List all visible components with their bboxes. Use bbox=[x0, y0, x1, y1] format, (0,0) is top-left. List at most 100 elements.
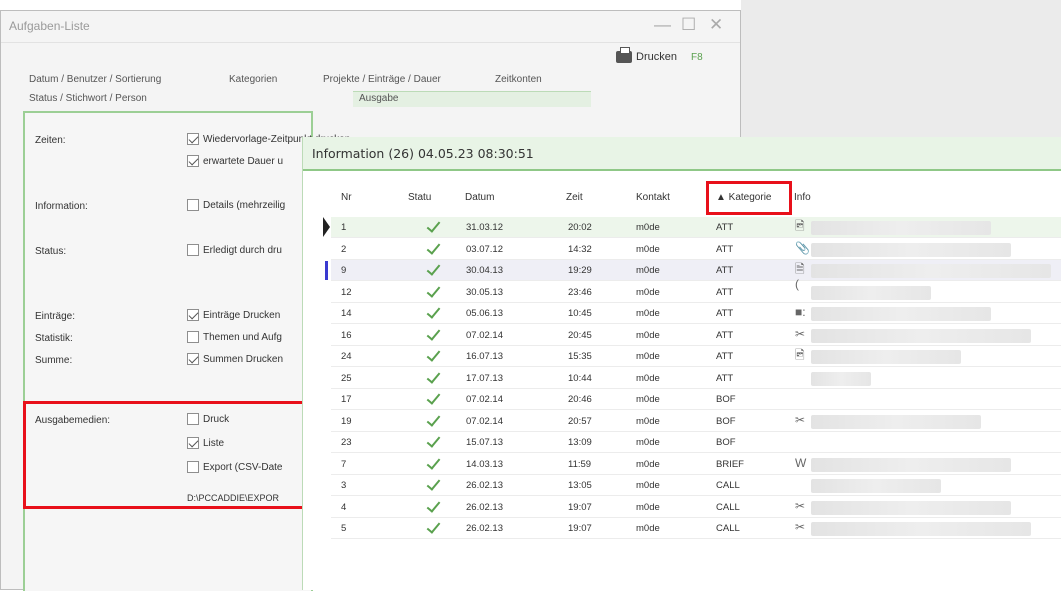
done-check-icon bbox=[425, 326, 441, 342]
cell-nr: 25 bbox=[341, 372, 352, 384]
cell-zeit: 20:45 bbox=[568, 329, 592, 341]
checkbox-unchecked-icon[interactable] bbox=[187, 244, 199, 256]
cell-kontakt: m0de bbox=[636, 222, 660, 233]
cell-zeit: 14:32 bbox=[568, 243, 592, 255]
cell-kategorie: ATT bbox=[716, 243, 734, 255]
attachment-icon[interactable]: ✂ bbox=[795, 413, 808, 428]
status-label: Status: bbox=[35, 246, 67, 257]
info-redacted bbox=[811, 479, 941, 493]
table-row[interactable]: 4 26.02.13 19:07 m0de CALL ✂ bbox=[331, 497, 1061, 518]
print-button[interactable]: Drucken F8 bbox=[616, 47, 703, 63]
done-check-icon bbox=[425, 519, 441, 535]
print-entries-option: Einträge Drucken bbox=[203, 309, 281, 321]
checkbox-checked-icon[interactable] bbox=[187, 309, 199, 321]
attachment-icon[interactable]: ■: bbox=[795, 305, 808, 320]
table-row[interactable]: 5 26.02.13 19:07 m0de CALL ✂ bbox=[331, 518, 1061, 539]
checkbox-unchecked-icon[interactable] bbox=[187, 199, 199, 211]
done-check-icon bbox=[425, 433, 441, 449]
table-header: Nr Statu Datum Zeit Kontakt ▲ Kategorie … bbox=[303, 192, 1061, 212]
cell-nr: 9 bbox=[341, 265, 347, 276]
print-label: Drucken bbox=[636, 51, 677, 63]
tab-status-keyword-person[interactable]: Status / Stichwort / Person bbox=[29, 93, 147, 104]
table-row[interactable]: 12 30.05.13 23:46 m0de ATT bbox=[331, 282, 1061, 303]
cell-zeit: 10:45 bbox=[568, 308, 592, 319]
details-option: Details (mehrzeilig bbox=[203, 199, 286, 211]
table-row[interactable]: 23 15.07.13 13:09 m0de BOF bbox=[331, 432, 1061, 453]
col-contact[interactable]: Kontakt bbox=[636, 192, 670, 203]
done-by-checkbox[interactable]: Erledigt durch dru bbox=[187, 244, 282, 256]
done-check-icon bbox=[425, 412, 441, 428]
table-row[interactable]: 24 16.07.13 15:35 m0de ATT 🖻 bbox=[331, 346, 1061, 367]
attachment-icon[interactable]: ✂ bbox=[795, 499, 808, 514]
done-check-icon bbox=[425, 369, 441, 385]
done-check-icon bbox=[425, 218, 441, 234]
cell-zeit: 19:07 bbox=[568, 501, 592, 513]
cell-kategorie: ATT bbox=[716, 372, 734, 384]
cell-nr: 2 bbox=[341, 243, 347, 255]
tab-output[interactable]: Ausgabe bbox=[359, 93, 398, 104]
cell-zeit: 10:44 bbox=[568, 372, 592, 384]
tab-time-accounts[interactable]: Zeitkonten bbox=[495, 74, 542, 85]
entries-label: Einträge: bbox=[35, 311, 76, 322]
col-info[interactable]: Info bbox=[794, 192, 811, 203]
tab-date-user-sort[interactable]: Datum / Benutzer / Sortierung bbox=[29, 74, 161, 85]
cell-kontakt: m0de bbox=[636, 394, 660, 405]
tab-categories[interactable]: Kategorien bbox=[229, 74, 277, 85]
attachment-icon[interactable]: ✂ bbox=[795, 327, 808, 342]
attachment-icon[interactable]: ✂ bbox=[795, 520, 808, 535]
cell-datum: 26.02.13 bbox=[466, 501, 503, 513]
checkbox-checked-icon[interactable] bbox=[187, 133, 199, 145]
col-nr[interactable]: Nr bbox=[341, 192, 352, 203]
cell-nr: 1 bbox=[341, 222, 347, 233]
cell-kategorie: ATT bbox=[716, 329, 734, 341]
table-row[interactable]: 7 14.03.13 11:59 m0de BRIEF W bbox=[331, 454, 1061, 475]
table-row[interactable]: 25 17.07.13 10:44 m0de ATT bbox=[331, 368, 1061, 389]
info-redacted bbox=[811, 414, 981, 429]
information-label: Information: bbox=[35, 201, 88, 212]
table-row[interactable]: 16 07.02.14 20:45 m0de ATT ✂ bbox=[331, 325, 1061, 346]
topics-checkbox[interactable]: Themen und Aufg bbox=[187, 331, 282, 343]
checkbox-checked-icon[interactable] bbox=[187, 155, 199, 167]
col-time[interactable]: Zeit bbox=[566, 192, 583, 203]
col-date[interactable]: Datum bbox=[465, 192, 494, 203]
cell-kontakt: m0de bbox=[636, 329, 660, 341]
table-row[interactable]: 3 26.02.13 13:05 m0de CALL bbox=[331, 475, 1061, 496]
cell-kontakt: m0de bbox=[636, 480, 660, 491]
attachment-icon[interactable]: 🖻 bbox=[795, 219, 808, 234]
print-shortcut: F8 bbox=[690, 51, 703, 63]
cell-kategorie: ATT bbox=[716, 308, 734, 319]
table-row[interactable]: 1 31.03.12 20:02 m0de ATT 🖻 bbox=[323, 217, 1061, 238]
cell-zeit: 20:57 bbox=[568, 415, 592, 427]
table-row[interactable]: 14 05.06.13 10:45 m0de ATT ■: bbox=[331, 303, 1061, 324]
table-row[interactable]: 9 30.04.13 19:29 m0de ATT 🗎( bbox=[325, 260, 1061, 291]
attachment-icon[interactable]: 🖻 bbox=[795, 348, 808, 363]
details-checkbox[interactable]: Details (mehrzeilig bbox=[187, 199, 285, 211]
close-icon[interactable]: ✕ bbox=[709, 15, 723, 35]
attachment-icon[interactable]: 📎 bbox=[795, 241, 810, 256]
cell-kontakt: m0de bbox=[636, 286, 660, 298]
cell-datum: 16.07.13 bbox=[466, 351, 503, 362]
table-row[interactable]: 19 07.02.14 20:57 m0de BOF ✂ bbox=[331, 411, 1061, 432]
printer-icon bbox=[616, 47, 632, 63]
cell-datum: 15.07.13 bbox=[466, 437, 503, 448]
maximize-icon[interactable]: ☐ bbox=[681, 15, 696, 35]
attachment-icon[interactable]: W bbox=[795, 456, 808, 471]
cell-nr: 7 bbox=[341, 458, 347, 470]
print-sums-checkbox[interactable]: Summen Drucken bbox=[187, 353, 283, 365]
attachment-icon[interactable]: 🗎( bbox=[795, 262, 808, 291]
expected-duration-checkbox[interactable]: erwartete Dauer u bbox=[187, 155, 283, 167]
checkbox-checked-icon[interactable] bbox=[187, 353, 199, 365]
output-media-highlight bbox=[23, 401, 305, 509]
cell-zeit: 20:46 bbox=[568, 394, 592, 405]
col-status[interactable]: Statu bbox=[408, 192, 431, 203]
minimize-icon[interactable]: — bbox=[654, 15, 671, 35]
cell-datum: 03.07.12 bbox=[466, 243, 503, 255]
tab-projects-entries-duration[interactable]: Projekte / Einträge / Dauer bbox=[323, 74, 441, 85]
cell-datum: 26.02.13 bbox=[466, 523, 503, 534]
cell-nr: 3 bbox=[341, 480, 347, 491]
cell-kontakt: m0de bbox=[636, 372, 660, 384]
table-row[interactable]: 17 07.02.14 20:46 m0de BOF bbox=[331, 389, 1061, 410]
table-row[interactable]: 2 03.07.12 14:32 m0de ATT 📎 bbox=[331, 239, 1061, 260]
checkbox-unchecked-icon[interactable] bbox=[187, 331, 199, 343]
print-entries-checkbox[interactable]: Einträge Drucken bbox=[187, 309, 280, 321]
